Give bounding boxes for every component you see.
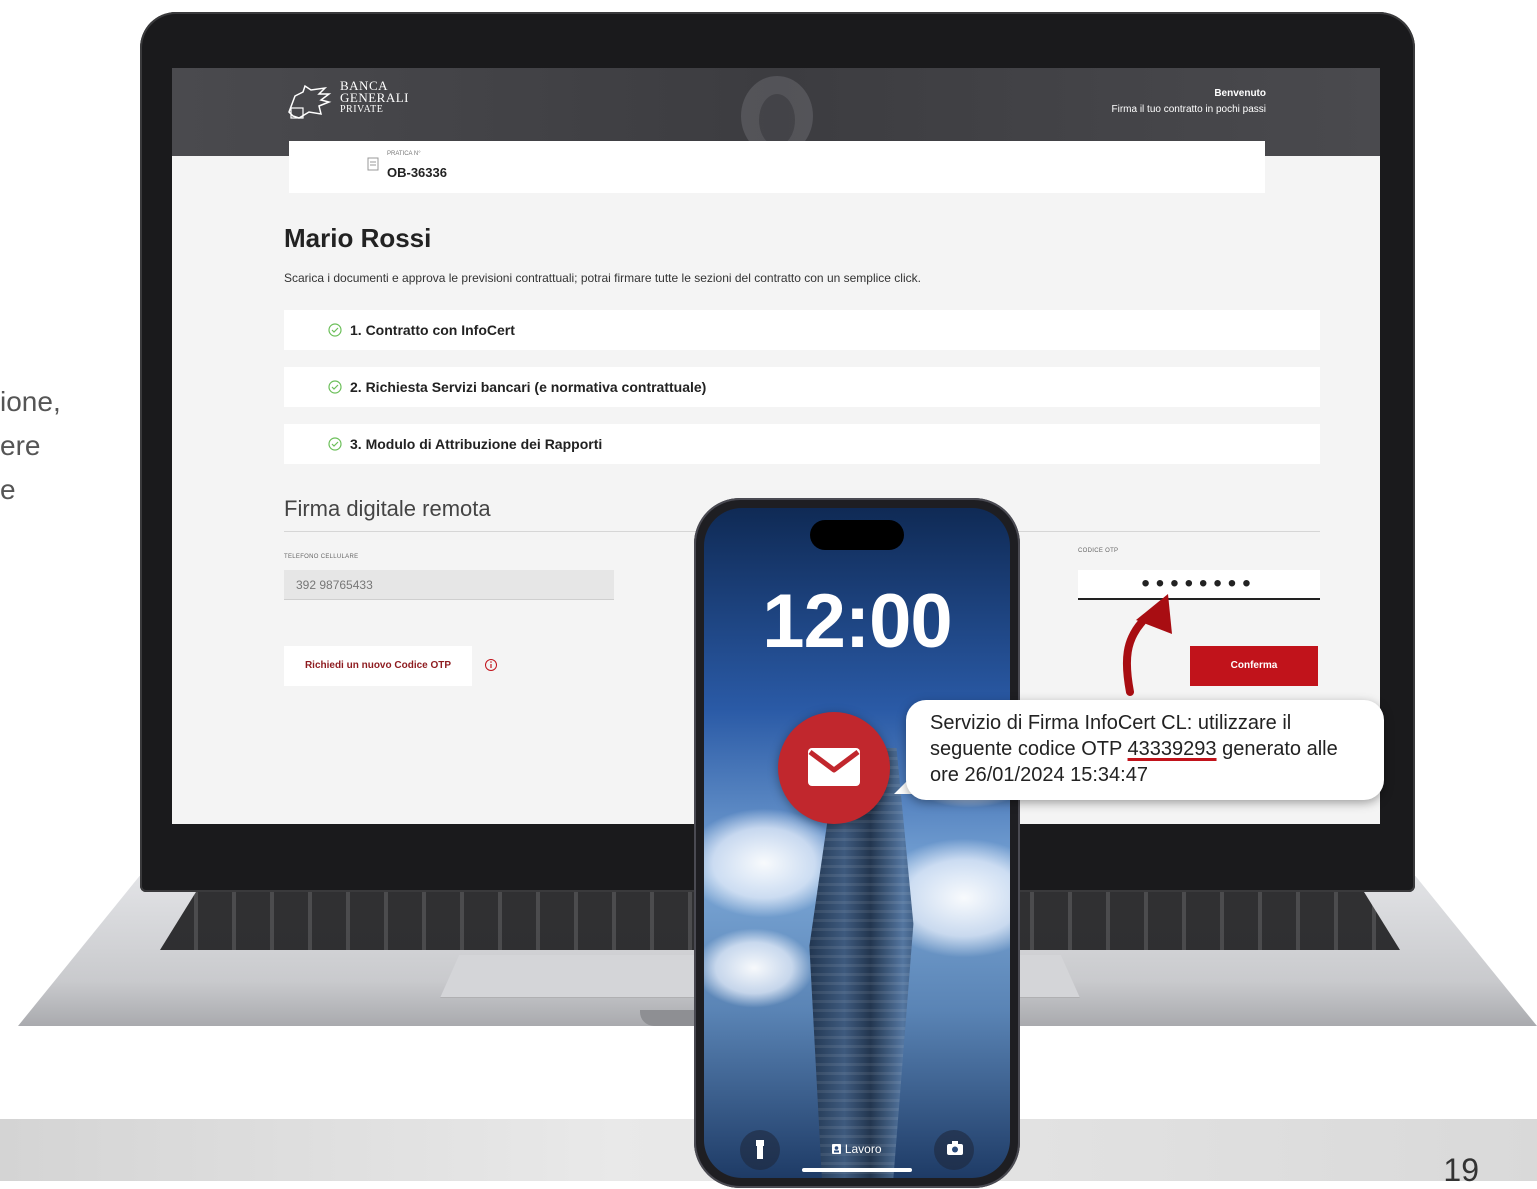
- bank-logo-text: BANCA GENERALI PRIVATE: [340, 79, 409, 116]
- confirm-button[interactable]: Conferma: [1190, 646, 1318, 686]
- check-circle-icon: [328, 437, 342, 451]
- slide-side-text: ione, ere e: [0, 380, 61, 512]
- focus-mode-text: Lavoro: [844, 1142, 882, 1156]
- otp-field-label: CODICE OTP: [1078, 548, 1119, 554]
- side-text-line: ere: [0, 430, 41, 461]
- cloud: [704, 928, 814, 1008]
- section-row-attribution[interactable]: 3. Modulo di Attribuzione dei Rapporti: [284, 424, 1320, 464]
- header-subtitle: Firma il tuo contratto in pochi passi: [1111, 104, 1266, 115]
- check-circle-icon: [328, 323, 342, 337]
- dynamic-island: [810, 520, 904, 550]
- request-new-otp-button[interactable]: Richiedi un nuovo Codice OTP: [284, 646, 472, 686]
- welcome-text: Benvenuto: [1214, 88, 1266, 99]
- smartphone: 12:00 Lavoro: [694, 498, 1020, 1188]
- sms-message-bubble: Servizio di Firma InfoCert CL: utilizzar…: [906, 700, 1384, 800]
- client-name: Mario Rossi: [284, 223, 432, 253]
- case-number: OB-36336: [387, 165, 447, 180]
- home-indicator: [802, 1168, 912, 1172]
- phone-field-label: TELEFONO CELLULARE: [284, 554, 359, 560]
- case-card: PRATICA N° OB-36336: [289, 141, 1265, 193]
- phone-lock-screen: 12:00 Lavoro: [704, 508, 1010, 1178]
- logo-line: PRIVATE: [340, 104, 384, 115]
- camera-icon: [947, 1141, 963, 1155]
- section-row-banking-services[interactable]: 2. Richiesta Servizi bancari (e normativ…: [284, 367, 1320, 407]
- sms-text: Servizio di Firma InfoCert CL: utilizzar…: [930, 710, 1370, 788]
- section-label: 1. Contratto con InfoCert: [350, 322, 515, 338]
- document-icon: [367, 157, 379, 171]
- sms-notification-badge[interactable]: [778, 712, 890, 824]
- side-text-line: e: [0, 474, 16, 505]
- section-row-contract[interactable]: 1. Contratto con InfoCert: [284, 310, 1320, 350]
- intro-text: Scarica i documenti e approva le previsi…: [284, 271, 921, 285]
- contact-icon: [832, 1144, 842, 1154]
- signature-title: Firma digitale remota: [284, 496, 491, 521]
- mail-icon: [808, 748, 860, 786]
- check-circle-icon: [328, 380, 342, 394]
- camera-button[interactable]: [934, 1130, 974, 1170]
- section-label: 3. Modulo di Attribuzione dei Rapporti: [350, 436, 603, 452]
- header-welcome-block: Benvenuto Firma il tuo contratto in poch…: [1111, 86, 1266, 118]
- otp-input[interactable]: ••••••••: [1078, 570, 1320, 600]
- side-text-line: ione,: [0, 386, 61, 417]
- page-number: 19: [1443, 1152, 1479, 1188]
- otp-code: 43339293: [1127, 738, 1217, 760]
- section-label: 2. Richiesta Servizi bancari (e normativ…: [350, 379, 707, 395]
- phone-number-field[interactable]: 392 98765433: [284, 570, 614, 600]
- winged-lion-logo: [288, 84, 332, 119]
- lock-screen-time: 12:00: [762, 579, 952, 664]
- case-label: PRATICA N°: [387, 151, 421, 157]
- info-icon[interactable]: [484, 658, 498, 672]
- logo-line: GENERALI: [340, 90, 409, 105]
